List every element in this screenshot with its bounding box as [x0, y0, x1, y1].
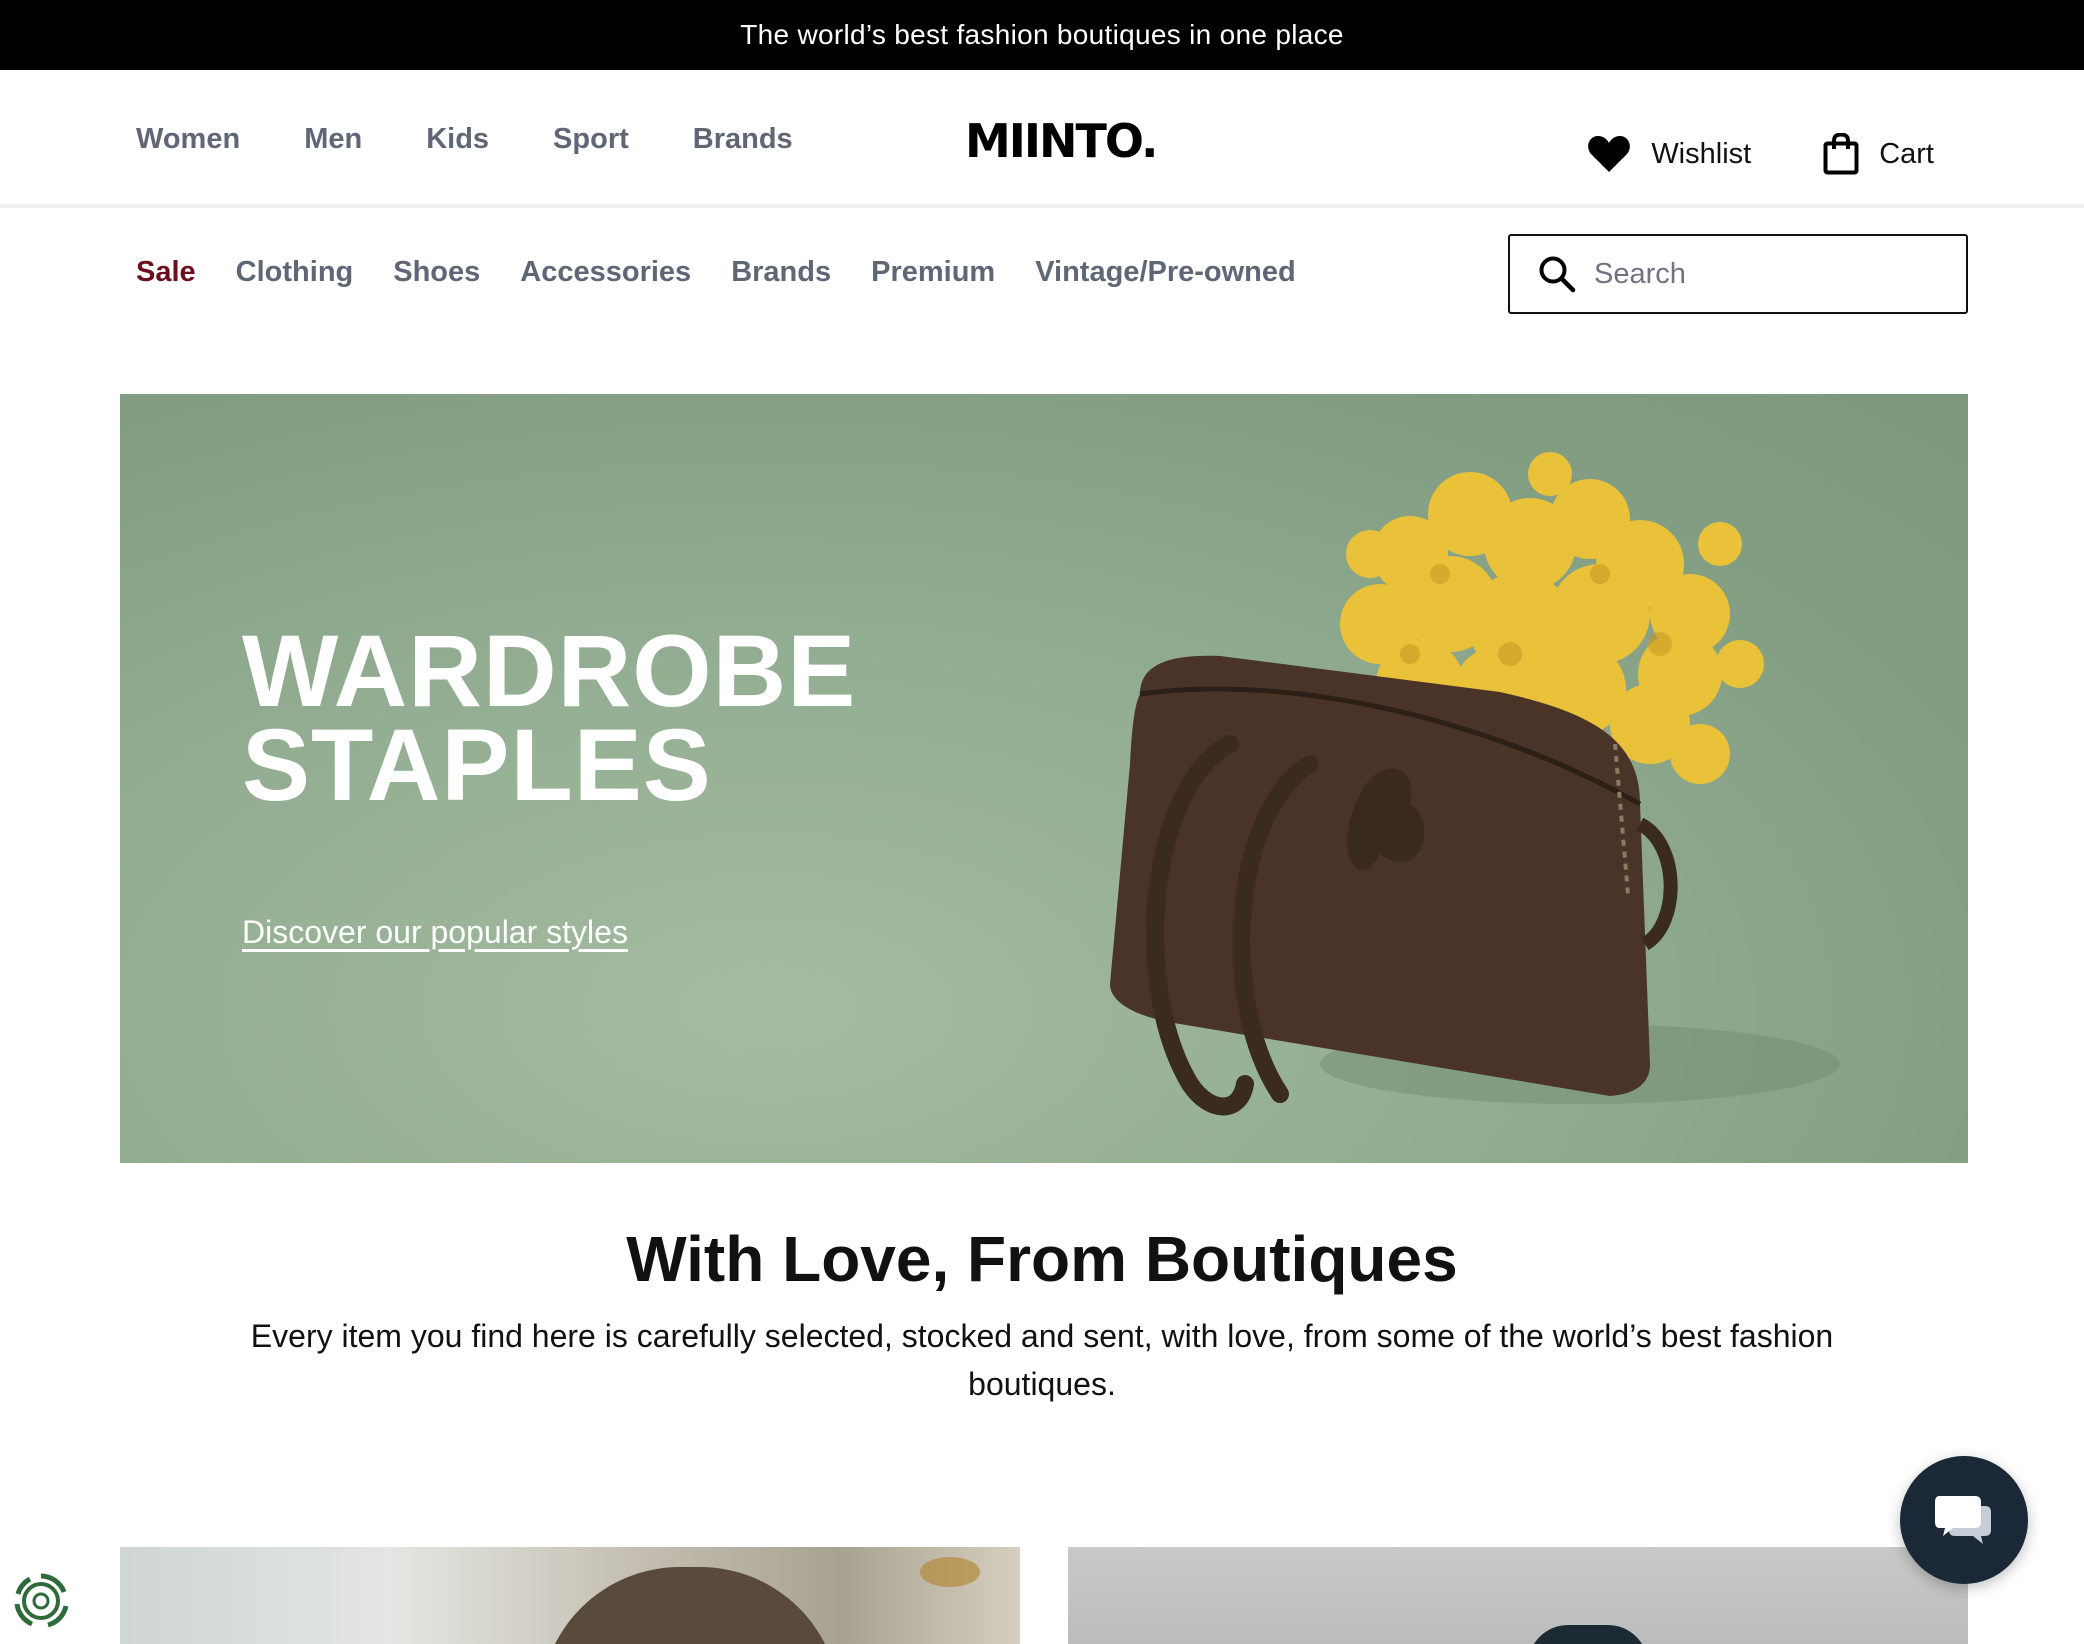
- section-title: With Love, From Boutiques: [626, 1223, 1458, 1295]
- cart-label: Cart: [1879, 137, 1934, 170]
- hero-handbag-image: [1110, 452, 1840, 1116]
- hero-title-line2: STAPLES: [242, 708, 712, 822]
- main-nav: Women Men Kids Sport Brands: [136, 70, 793, 208]
- wishlist-button[interactable]: Wishlist: [1587, 135, 1751, 173]
- category-premium[interactable]: Premium: [871, 256, 995, 289]
- chat-button[interactable]: [1900, 1456, 2028, 1584]
- cookie-settings-icon[interactable]: [12, 1572, 70, 1630]
- category-brands[interactable]: Brands: [731, 256, 831, 289]
- tile-left-image-shape: [540, 1567, 840, 1644]
- tile-left-image-detail: [920, 1557, 980, 1587]
- search-icon: [1539, 256, 1576, 293]
- hero-banner[interactable]: WARDROBE STAPLES Discover our popular st…: [120, 394, 1968, 1163]
- announcement-bar: The world’s best fashion boutiques in on…: [0, 0, 2084, 70]
- tile-right-image-shape: [1528, 1625, 1648, 1644]
- nav-item-women[interactable]: Women: [136, 123, 240, 156]
- hero-title-line1: WARDROBE: [242, 614, 857, 728]
- category-sale[interactable]: Sale: [136, 256, 196, 289]
- category-vintage[interactable]: Vintage/Pre-owned: [1035, 256, 1296, 289]
- nav-item-sport[interactable]: Sport: [553, 123, 629, 156]
- wishlist-label: Wishlist: [1651, 137, 1752, 170]
- section-description: Every item you find here is carefully se…: [250, 1318, 1834, 1402]
- nav-item-brands[interactable]: Brands: [693, 123, 793, 156]
- category-tile-left[interactable]: [120, 1547, 1020, 1644]
- cart-button[interactable]: Cart: [1823, 133, 1934, 175]
- heart-icon: [1588, 136, 1631, 172]
- nav-item-men[interactable]: Men: [304, 123, 362, 156]
- miinto-logo[interactable]: MIINTO.: [965, 114, 1158, 168]
- announcement-text: The world’s best fashion boutiques in on…: [740, 19, 1344, 50]
- search-box[interactable]: [1508, 234, 1968, 314]
- category-clothing[interactable]: Clothing: [236, 256, 354, 289]
- chat-icon: [1935, 1496, 1991, 1544]
- nav-item-kids[interactable]: Kids: [426, 123, 489, 156]
- header-actions: Wishlist Cart: [1587, 70, 1934, 238]
- category-nav: Sale Clothing Shoes Accessories Brands P…: [136, 210, 1296, 335]
- category-tile-right[interactable]: [1068, 1547, 1968, 1644]
- hero-title: WARDROBE STAPLES: [242, 614, 857, 822]
- search-input[interactable]: [1594, 257, 1954, 291]
- category-shoes[interactable]: Shoes: [393, 256, 480, 289]
- hero-cta-link[interactable]: Discover our popular styles: [242, 914, 628, 951]
- category-accessories[interactable]: Accessories: [520, 256, 691, 289]
- shopping-bag-icon: [1823, 133, 1859, 175]
